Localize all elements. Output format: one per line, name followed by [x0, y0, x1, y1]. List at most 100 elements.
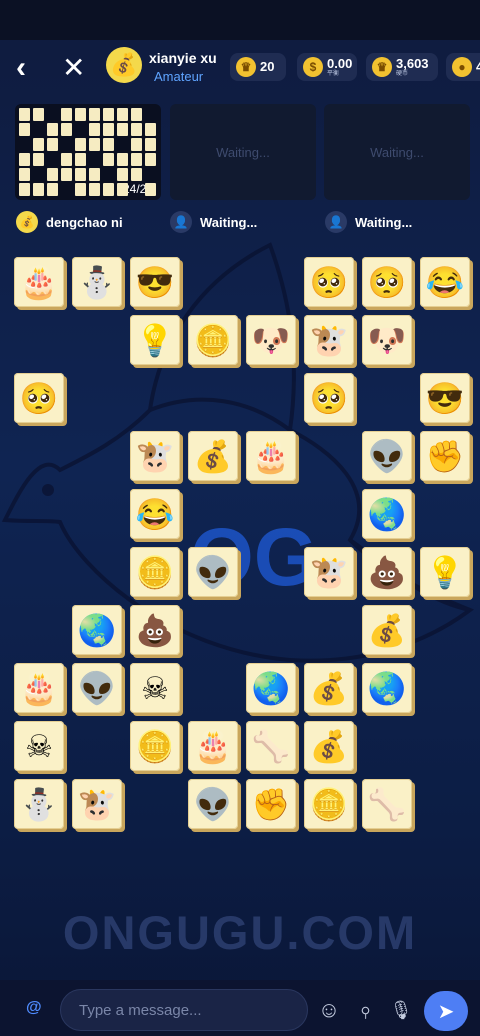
- tile-pleading[interactable]: 🥺: [362, 257, 412, 307]
- back-icon[interactable]: ‹: [16, 53, 42, 83]
- tile-moneybag[interactable]: 💰: [188, 431, 238, 481]
- tile-alien[interactable]: 👽: [72, 663, 122, 713]
- tile-fist[interactable]: ✊: [246, 779, 296, 829]
- tile-grin[interactable]: 😂: [420, 257, 470, 307]
- mini-tile: [19, 183, 30, 196]
- stat-pill-coins[interactable]: ♛ 3,603 硬币: [366, 53, 438, 81]
- tile-cake[interactable]: 🎂: [188, 721, 238, 771]
- mini-tile: [103, 153, 114, 166]
- mini-tile: [89, 168, 100, 181]
- tile-skull[interactable]: ☠: [130, 663, 180, 713]
- mini-tile: [61, 108, 72, 121]
- attach-icon[interactable]: ⌕: [347, 992, 384, 1029]
- mini-tile: [61, 168, 72, 181]
- tile-alien[interactable]: 👽: [188, 779, 238, 829]
- tile-skull[interactable]: ☠: [14, 721, 64, 771]
- tile-moneybag[interactable]: 💰: [362, 605, 412, 655]
- stat-pill-gold[interactable]: ● 4: [446, 53, 480, 81]
- mini-tile: [75, 183, 86, 196]
- mini-tile: [117, 153, 128, 166]
- emoji-icon[interactable]: ☺: [316, 997, 342, 1023]
- tile-pleading[interactable]: 🥺: [304, 257, 354, 307]
- mention-icon[interactable]: @: [26, 999, 42, 1017]
- tile-cow[interactable]: 🐮: [72, 779, 122, 829]
- tile-snowman[interactable]: ⛄: [14, 779, 64, 829]
- tile-pleading[interactable]: 🥺: [14, 373, 64, 423]
- stat-pill-balance[interactable]: $ 0.00 平衡: [297, 53, 357, 81]
- status-bar: [0, 0, 480, 40]
- mini-tile: [117, 123, 128, 136]
- tile-dog[interactable]: 🐶: [246, 315, 296, 365]
- mini-tile: [89, 123, 100, 136]
- tile-globe[interactable]: 🌏: [246, 663, 296, 713]
- mini-tile: [33, 183, 44, 196]
- player-tag: 👤 Waiting...: [325, 211, 413, 233]
- player-tag: 💰 dengchao ni: [16, 211, 123, 233]
- tile-moneybag[interactable]: 💰: [304, 663, 354, 713]
- mini-tile: [103, 183, 114, 196]
- tile-coin[interactable]: 🪙: [304, 779, 354, 829]
- tile-cow[interactable]: 🐮: [304, 315, 354, 365]
- mini-tile: [75, 153, 86, 166]
- mini-tile: [145, 123, 156, 136]
- send-icon: ➤: [437, 1000, 455, 1023]
- microphone-icon[interactable]: 🎙: [388, 997, 414, 1023]
- tile-alien[interactable]: 👽: [362, 431, 412, 481]
- message-input[interactable]: [60, 989, 308, 1031]
- tile-sunglasses[interactable]: 😎: [130, 257, 180, 307]
- tile-fist[interactable]: ✊: [420, 431, 470, 481]
- tile-globe[interactable]: 🌏: [362, 663, 412, 713]
- mini-tile: [47, 138, 58, 151]
- mini-tile: [33, 153, 44, 166]
- send-button[interactable]: ➤: [424, 991, 468, 1031]
- user-rank: Amateur: [154, 69, 204, 84]
- mini-tile: [33, 138, 44, 151]
- tile-globe[interactable]: 🌏: [362, 489, 412, 539]
- tile-coin[interactable]: 🪙: [130, 547, 180, 597]
- opponent-mini-board[interactable]: 24/25: [15, 104, 161, 200]
- tile-cake[interactable]: 🎂: [14, 663, 64, 713]
- mini-tile: [117, 108, 128, 121]
- avatar[interactable]: 💰: [106, 47, 142, 83]
- mini-tile: [145, 183, 156, 196]
- tile-cow[interactable]: 🐮: [130, 431, 180, 481]
- tile-alien[interactable]: 👽: [188, 547, 238, 597]
- tile-moneybag[interactable]: 💰: [304, 721, 354, 771]
- tile-bone[interactable]: 🦴: [246, 721, 296, 771]
- game-screen: { "header": { "back_glyph": "‹", "close_…: [0, 0, 480, 1036]
- tile-dog[interactable]: 🐶: [362, 315, 412, 365]
- tile-poop[interactable]: 💩: [362, 547, 412, 597]
- tile-pleading[interactable]: 🥺: [304, 373, 354, 423]
- tile-globe[interactable]: 🌏: [72, 605, 122, 655]
- tile-bulb[interactable]: 💡: [420, 547, 470, 597]
- mini-tile: [89, 183, 100, 196]
- tile-snowman[interactable]: ⛄: [72, 257, 122, 307]
- mini-tile: [19, 108, 30, 121]
- tile-coin[interactable]: 🪙: [188, 315, 238, 365]
- mini-tile: [89, 138, 100, 151]
- mini-tile: [47, 123, 58, 136]
- stat-value: 3,603 硬币: [396, 56, 429, 78]
- stat-value: 20: [260, 59, 275, 74]
- close-icon[interactable]: ✕: [62, 53, 88, 83]
- mini-tile: [117, 183, 128, 196]
- stat-pill-crown[interactable]: ♛ 20: [230, 53, 286, 81]
- gold-coin-icon: ●: [452, 57, 472, 77]
- mini-tile: [19, 153, 30, 166]
- tile-cow[interactable]: 🐮: [304, 547, 354, 597]
- top-bar: ‹ ✕ 💰 xianyie xu Amateur ♛ 20 $ 0.00 平衡 ♛…: [0, 40, 480, 96]
- tile-cake[interactable]: 🎂: [14, 257, 64, 307]
- player-name: Waiting...: [355, 214, 413, 230]
- tile-bulb[interactable]: 💡: [130, 315, 180, 365]
- tile-coin[interactable]: 🪙: [130, 721, 180, 771]
- mini-tile: [47, 168, 58, 181]
- mini-tile: [33, 108, 44, 121]
- player-name: dengchao ni: [46, 214, 123, 230]
- money-bag-icon: $: [303, 57, 323, 77]
- tile-grin[interactable]: 😂: [130, 489, 180, 539]
- tile-sunglasses[interactable]: 😎: [420, 373, 470, 423]
- tile-poop[interactable]: 💩: [130, 605, 180, 655]
- waiting-label: Waiting...: [370, 144, 424, 160]
- tile-bone[interactable]: 🦴: [362, 779, 412, 829]
- tile-cake[interactable]: 🎂: [246, 431, 296, 481]
